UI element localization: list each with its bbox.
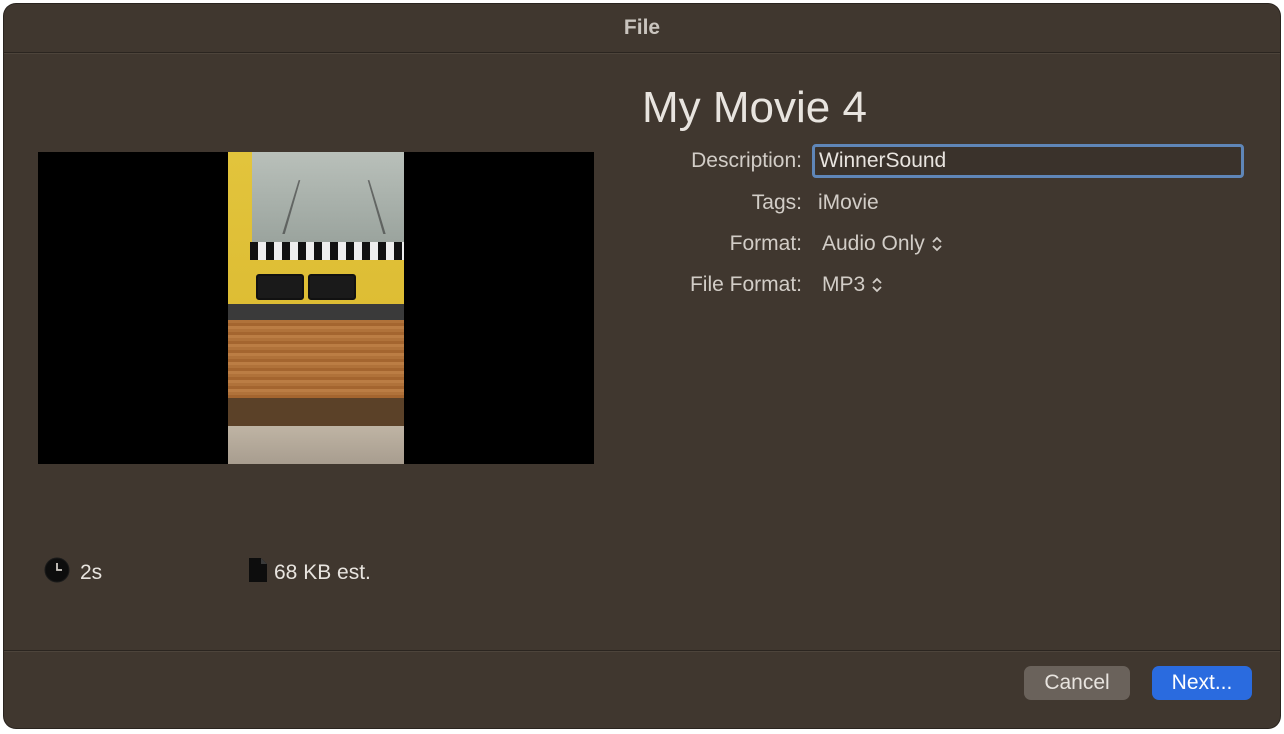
preview-frame <box>228 152 404 464</box>
title-bar: File <box>4 4 1280 53</box>
document-icon <box>248 557 268 589</box>
tags-label: Tags: <box>751 191 802 214</box>
export-dialog: File My Movie 4 Description: Tags: iMovi… <box>4 4 1280 728</box>
format-value: Audio Only <box>822 232 925 255</box>
up-down-chevron-icon <box>931 233 943 255</box>
window-title: File <box>623 16 661 39</box>
tags-row: Tags: iMovie <box>604 185 1280 221</box>
cancel-button[interactable]: Cancel <box>1024 666 1130 700</box>
description-label: Description: <box>691 149 802 172</box>
file-format-value: MP3 <box>822 273 866 296</box>
movie-title: My Movie 4 <box>642 83 867 132</box>
size-text: 68 KB est. <box>274 561 371 584</box>
duration-text: 2s <box>80 561 103 584</box>
file-format-label: File Format: <box>689 273 802 296</box>
dialog-footer: Cancel Next... <box>4 650 1280 728</box>
up-down-chevron-icon <box>871 274 883 296</box>
format-popup[interactable]: Audio Only <box>822 232 943 256</box>
video-preview <box>38 152 594 464</box>
clock-icon <box>44 557 70 589</box>
file-format-row: File Format: MP3 <box>604 267 1280 303</box>
file-format-popup[interactable]: MP3 <box>822 273 883 297</box>
format-label: Format: <box>729 232 802 255</box>
description-input[interactable] <box>812 144 1244 178</box>
duration-info: 2s <box>44 557 103 589</box>
size-info: 68 KB est. <box>248 558 371 588</box>
next-button[interactable]: Next... <box>1152 666 1252 700</box>
tags-value[interactable]: iMovie <box>818 191 879 215</box>
description-row: Description: <box>604 143 1280 179</box>
format-row: Format: Audio Only <box>604 226 1280 262</box>
